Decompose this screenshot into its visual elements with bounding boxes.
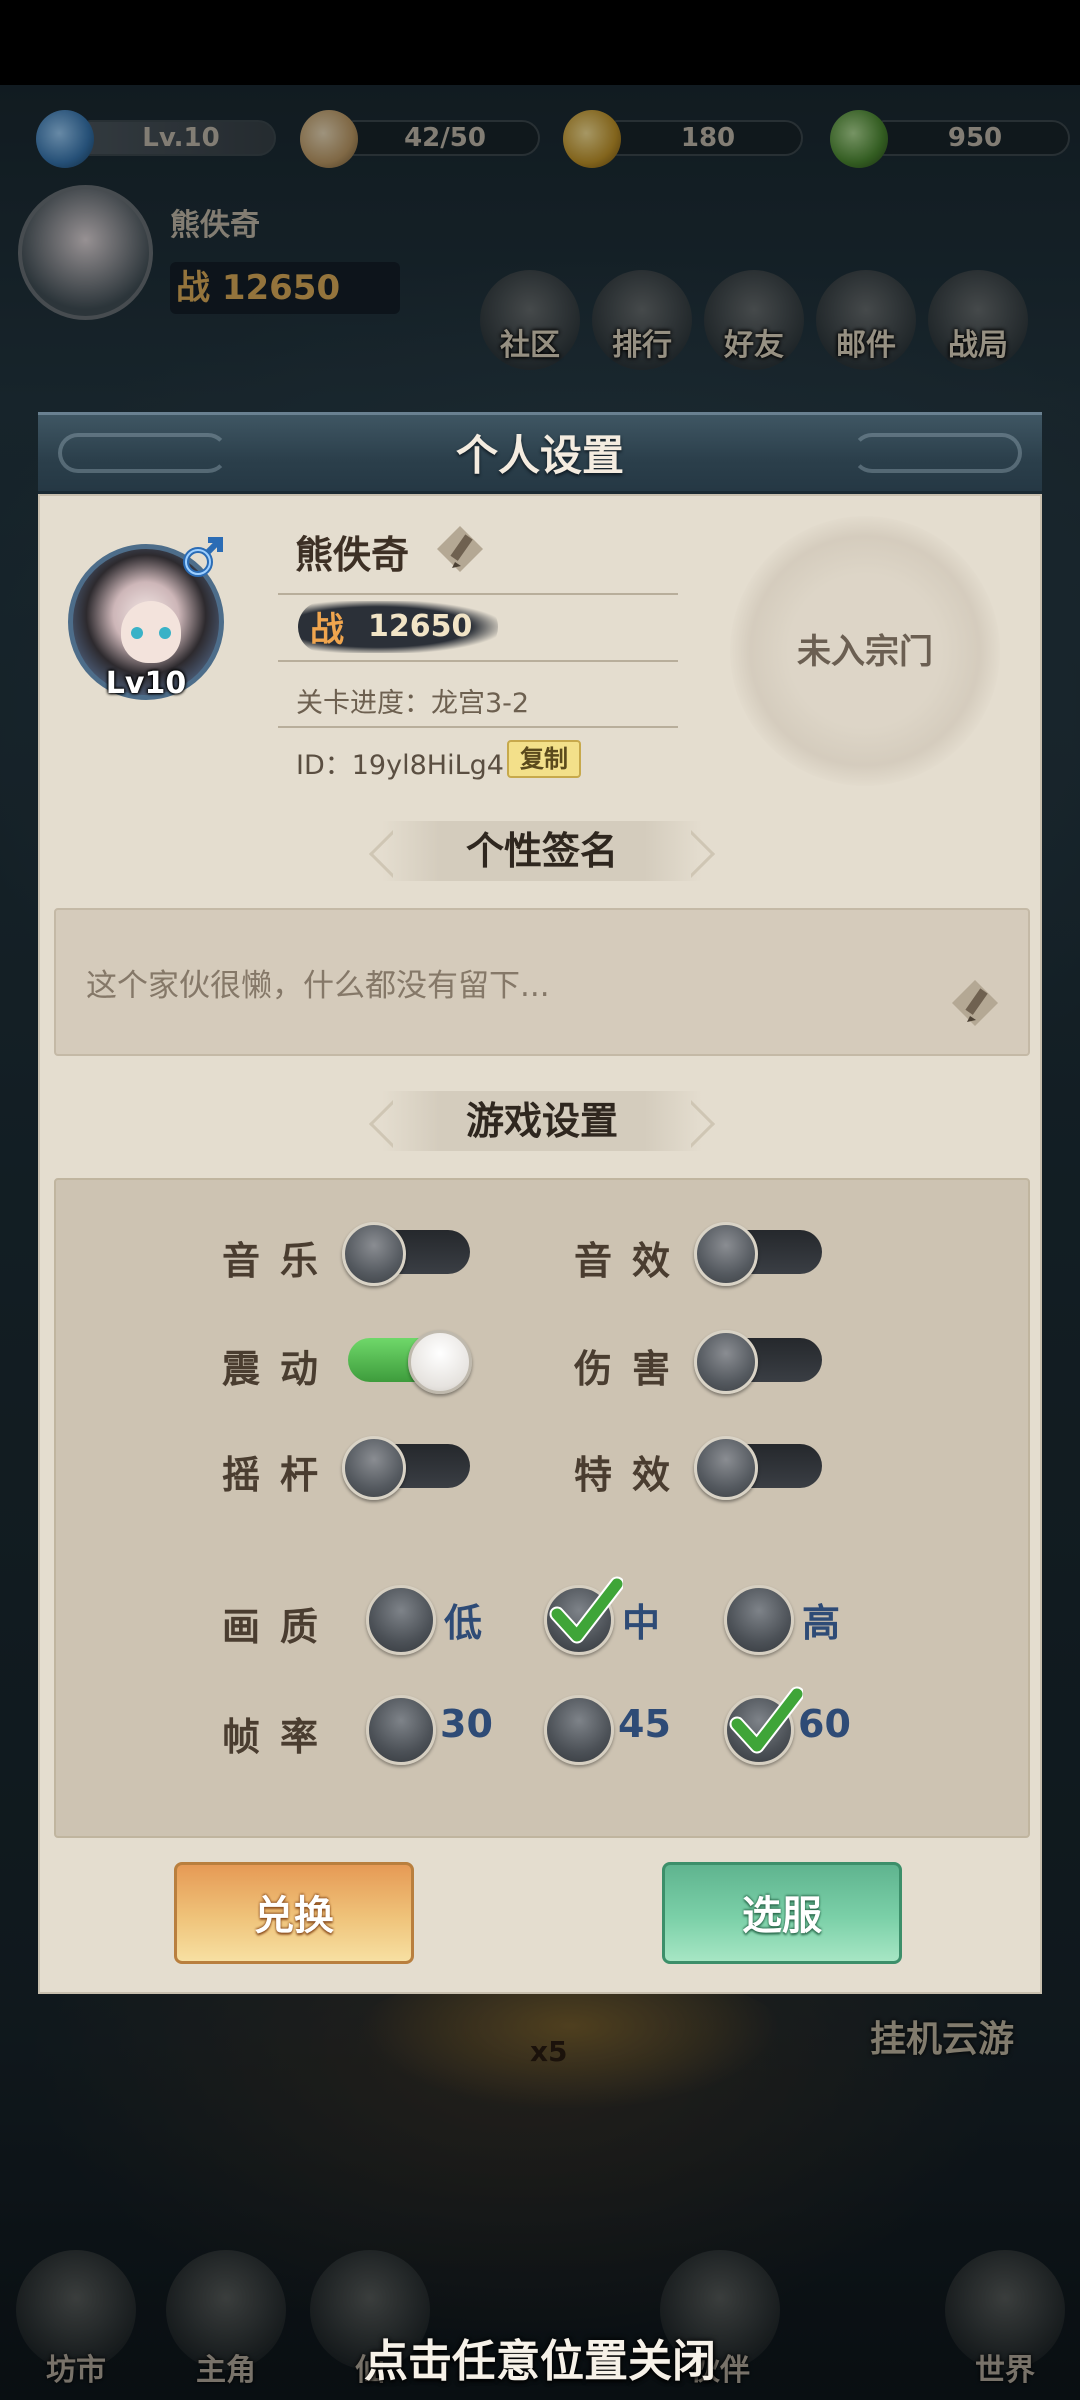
joystick-label: 摇杆	[222, 1453, 339, 1497]
quality-mid-radio[interactable]	[544, 1576, 623, 1655]
toggle-knob	[342, 1436, 406, 1500]
sect-status[interactable]: 未入宗门	[730, 624, 1000, 673]
vibration-toggle[interactable]	[342, 1330, 474, 1394]
close-hint: 点击任意位置关闭	[364, 2336, 716, 2387]
avatar-eye	[131, 627, 143, 639]
framerate-30-label: 30	[440, 1702, 493, 1746]
toggle-knob	[342, 1222, 406, 1286]
music-toggle[interactable]	[342, 1222, 474, 1286]
quality-low-radio[interactable]	[366, 1585, 436, 1655]
quality-label: 画质	[222, 1605, 339, 1649]
effects-toggle[interactable]	[694, 1436, 826, 1500]
select-server-button[interactable]: 选服	[662, 1862, 902, 1964]
quality-mid-label: 中	[622, 1601, 661, 1645]
edit-name-icon[interactable]	[433, 522, 487, 576]
checkmark-icon	[549, 1576, 623, 1644]
dialog-header: 个人设置	[38, 412, 1042, 494]
edit-signature-icon[interactable]	[948, 976, 1002, 1030]
divider	[278, 726, 678, 728]
quality-low-label: 低	[444, 1601, 483, 1645]
player-name: 熊佚奇	[295, 533, 410, 577]
framerate-45-radio[interactable]	[544, 1695, 614, 1765]
framerate-label: 帧率	[222, 1715, 339, 1759]
music-label: 音乐	[222, 1239, 339, 1283]
signature-box[interactable]: 这个家伙很懒，什么都没有留下...	[54, 908, 1030, 1056]
sfx-toggle[interactable]	[694, 1222, 826, 1286]
power-prefix: 战	[310, 610, 344, 650]
game-settings-panel: 音乐 音效 震动 伤害 摇杆 特效 画质 低 中 高 帧率 30 45 60	[54, 1178, 1030, 1838]
sfx-label: 音效	[574, 1239, 691, 1283]
stage-progress: 关卡进度：龙宫3-2	[296, 688, 530, 719]
avatar-eye	[159, 627, 171, 639]
signature-text: 这个家伙很懒，什么都没有留下...	[86, 968, 550, 1004]
signature-heading: 个性签名	[382, 821, 702, 881]
framerate-30-radio[interactable]	[366, 1695, 436, 1765]
copy-id-button[interactable]: 复制	[507, 740, 581, 778]
player-id: ID：19yl8HiLg4	[296, 750, 504, 781]
damage-label: 伤害	[574, 1347, 691, 1391]
framerate-60-radio[interactable]	[724, 1686, 803, 1765]
framerate-60-label: 60	[798, 1702, 851, 1746]
toggle-knob	[694, 1222, 758, 1286]
dialog-title: 个人设置	[455, 431, 624, 480]
avatar-face	[121, 601, 181, 663]
toggle-knob	[694, 1436, 758, 1500]
exchange-button[interactable]: 兑换	[174, 1862, 414, 1964]
damage-toggle[interactable]	[694, 1330, 826, 1394]
checkmark-icon	[729, 1686, 803, 1754]
power-value: 12650	[368, 609, 473, 644]
quality-high-label: 高	[802, 1601, 841, 1645]
toggle-knob	[408, 1330, 472, 1394]
divider	[278, 660, 678, 662]
joystick-toggle[interactable]	[342, 1436, 474, 1500]
toggle-knob	[694, 1330, 758, 1394]
game-settings-heading: 游戏设置	[382, 1091, 702, 1151]
male-icon	[183, 537, 223, 577]
framerate-45-label: 45	[618, 1702, 671, 1746]
effects-label: 特效	[574, 1453, 691, 1497]
dialog-body: Lv10 熊佚奇 战 12650 关卡进度：龙宫3-2 ID：19yl8HiLg…	[38, 494, 1042, 1994]
quality-high-radio[interactable]	[724, 1585, 794, 1655]
divider	[278, 593, 678, 595]
personal-settings-dialog: 个人设置 Lv10 熊佚奇 战 12650 关卡进度：龙宫3-2 ID：19yl…	[38, 412, 1042, 1994]
vibration-label: 震动	[222, 1347, 339, 1391]
avatar-level: Lv10	[105, 666, 187, 701]
